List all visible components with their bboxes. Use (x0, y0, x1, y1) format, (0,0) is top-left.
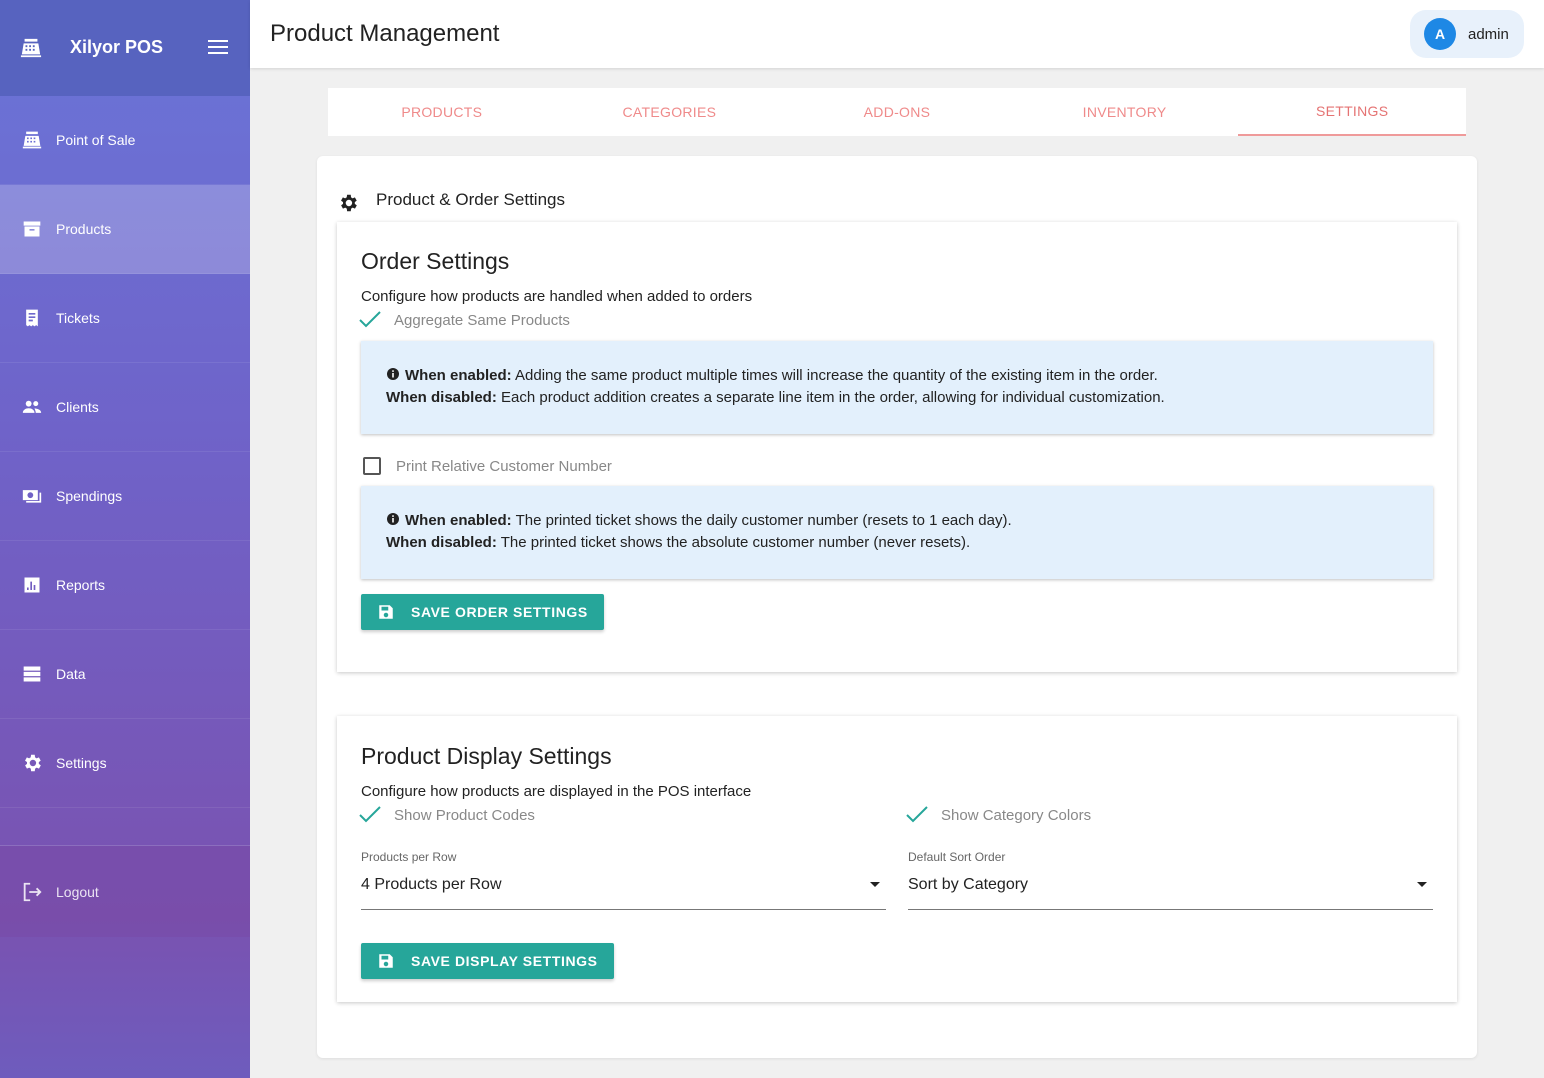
logout-icon (23, 882, 42, 901)
sidebar-item-tickets[interactable]: Tickets (0, 274, 250, 363)
checkmark-icon (359, 309, 381, 331)
sidebar-item-spendings[interactable]: Spendings (0, 452, 250, 541)
save-order-settings-label: SAVE ORDER SETTINGS (411, 604, 588, 620)
display-settings-description: Configure how products are displayed in … (361, 783, 752, 800)
sidebar-item-label: Clients (56, 399, 99, 415)
sidebar-item-label: Products (56, 221, 112, 237)
dropdown-arrow-icon (870, 882, 880, 887)
display-settings-title: Product Display Settings (361, 743, 612, 769)
disabled-label: When disabled: (386, 534, 497, 551)
sort-order-value: Sort by Category (908, 876, 1029, 893)
cash-register-icon (20, 38, 42, 58)
sidebar-item-reports[interactable]: Reports (0, 541, 250, 630)
save-order-settings-button[interactable]: SAVE ORDER SETTINGS (361, 594, 604, 630)
section-title: Product & Order Settings (376, 190, 565, 209)
order-settings-title: Order Settings (361, 248, 510, 274)
receipt-icon (21, 307, 43, 329)
people-icon (21, 396, 43, 418)
cash-register-icon (21, 129, 43, 151)
settings-card: Product & Order Settings Order Settings … (317, 156, 1477, 1058)
sidebar-divider (0, 808, 250, 846)
info-icon (387, 368, 399, 380)
gear-icon (21, 752, 43, 774)
save-display-settings-button[interactable]: SAVE DISPLAY SETTINGS (361, 943, 614, 979)
sidebar-item-settings[interactable]: Settings (0, 719, 250, 808)
aggregate-label: Aggregate Same Products (394, 311, 570, 329)
sort-order-label: Default Sort Order (908, 850, 1006, 864)
archive-box-icon (21, 218, 43, 240)
sidebar-item-label: Tickets (56, 310, 100, 326)
disabled-label: When disabled: (386, 389, 497, 406)
enabled-text: Adding the same product multiple times w… (511, 367, 1158, 384)
sidebar-item-point-of-sale[interactable]: Point of Sale (0, 96, 250, 185)
gear-icon (341, 194, 357, 212)
tab-add-ons[interactable]: ADD-ONS (783, 88, 1011, 136)
relative-number-label: Print Relative Customer Number (396, 457, 612, 475)
avatar: A (1424, 18, 1456, 50)
sidebar-item-clients[interactable]: Clients (0, 363, 250, 452)
user-menu[interactable]: A admin (1410, 10, 1524, 58)
info-line-enabled: When enabled: The printed ticket shows t… (386, 510, 1433, 532)
top-bar: Product Management A admin (250, 0, 1544, 68)
tab-settings[interactable]: SETTINGS (1238, 88, 1466, 136)
sidebar-header: Xilyor POS (0, 0, 250, 96)
tab-bar: PRODUCTS CATEGORIES ADD-ONS INVENTORY SE… (328, 88, 1466, 136)
show-product-codes-label: Show Product Codes (394, 806, 535, 824)
disabled-text: Each product addition creates a separate… (496, 389, 1165, 406)
app-name: Xilyor POS (70, 37, 164, 57)
checkmark-icon (906, 804, 928, 826)
info-line-enabled: When enabled: Adding the same product mu… (386, 365, 1433, 387)
logout-button[interactable]: Logout (0, 846, 250, 937)
enabled-label: When enabled: (405, 512, 512, 529)
checkmark-icon (359, 804, 381, 826)
sidebar-item-label: Point of Sale (56, 132, 136, 148)
money-icon (21, 485, 43, 507)
products-per-row-select[interactable]: Products per Row 4 Products per Row (361, 850, 886, 910)
enabled-text: The printed ticket shows the daily custo… (511, 512, 1012, 529)
display-settings-panel: Product Display Settings Configure how p… (337, 716, 1457, 1002)
save-display-settings-label: SAVE DISPLAY SETTINGS (411, 953, 598, 969)
order-settings-description: Configure how products are handled when … (361, 288, 753, 305)
sidebar-item-products[interactable]: Products (0, 185, 250, 274)
dropdown-arrow-icon (1417, 882, 1427, 887)
tab-categories[interactable]: CATEGORIES (556, 88, 784, 136)
relative-number-info-box: When enabled: The printed ticket shows t… (361, 486, 1433, 579)
enabled-label: When enabled: (405, 367, 512, 384)
user-name: admin (1468, 25, 1509, 43)
aggregate-info-box: When enabled: Adding the same product mu… (361, 341, 1433, 434)
section-header: Product & Order Settings (337, 186, 565, 214)
order-settings-panel: Order Settings Configure how products ar… (337, 222, 1457, 672)
sidebar-item-data[interactable]: Data (0, 630, 250, 719)
checkbox-empty-icon (361, 455, 383, 477)
show-category-colors-checkbox[interactable]: Show Category Colors (906, 804, 1091, 826)
disabled-text: The printed ticket shows the absolute cu… (496, 534, 971, 551)
sidebar-item-label: Data (56, 666, 86, 682)
hamburger-menu-icon[interactable] (208, 39, 228, 55)
page-title: Product Management (270, 20, 500, 47)
sort-order-select[interactable]: Default Sort Order Sort by Category (908, 850, 1433, 910)
aggregate-checkbox[interactable]: Aggregate Same Products (359, 309, 570, 331)
info-icon (387, 513, 399, 525)
relative-number-checkbox[interactable]: Print Relative Customer Number (361, 455, 612, 477)
sidebar: Xilyor POS Point of Sale Products Ticket… (0, 0, 250, 1078)
show-product-codes-checkbox[interactable]: Show Product Codes (359, 804, 535, 826)
tab-products[interactable]: PRODUCTS (328, 88, 556, 136)
sidebar-item-label: Spendings (56, 488, 123, 504)
save-icon (379, 605, 393, 619)
products-per-row-label: Products per Row (361, 850, 457, 864)
save-icon (379, 954, 393, 968)
info-line-disabled: When disabled: Each product addition cre… (386, 387, 1433, 409)
logout-label: Logout (56, 883, 99, 900)
products-per-row-value: 4 Products per Row (361, 876, 502, 893)
bar-chart-icon (21, 574, 43, 596)
sidebar-item-label: Reports (56, 577, 106, 593)
show-category-colors-label: Show Category Colors (941, 806, 1092, 824)
info-line-disabled: When disabled: The printed ticket shows … (386, 532, 1433, 554)
sidebar-item-label: Settings (56, 755, 107, 771)
database-icon (21, 663, 43, 685)
tab-inventory[interactable]: INVENTORY (1011, 88, 1239, 136)
